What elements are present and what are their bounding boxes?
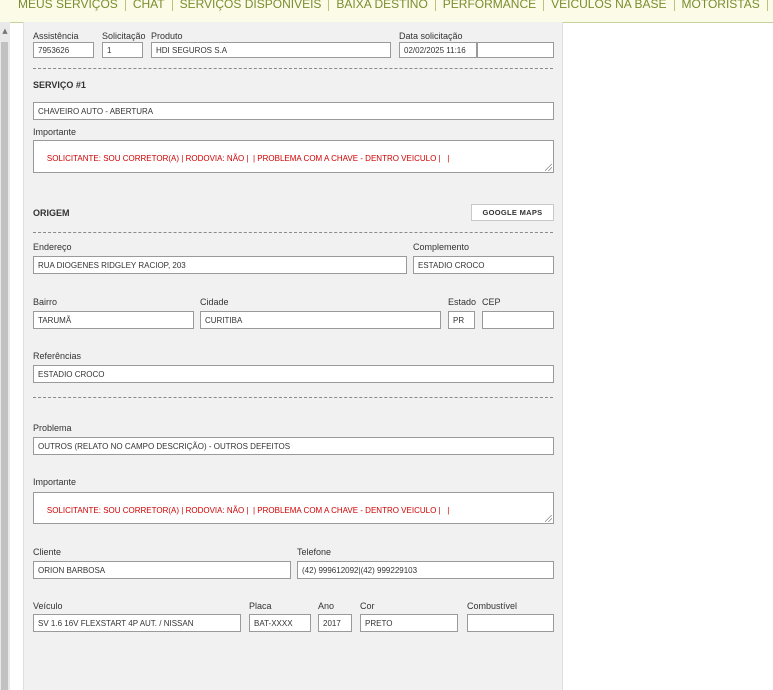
produto-label: Produto xyxy=(151,31,183,41)
top-nav: MEUS SERVIÇOS CHAT SERVIÇOS DISPONÍVEIS BAI… xyxy=(0,0,773,23)
servico-importante-label: Importante xyxy=(33,127,77,137)
veiculo-field[interactable]: SV 1.6 16V FLEXSTART 4P AUT. / NISSAN xyxy=(33,614,241,632)
divider xyxy=(33,232,553,233)
veiculo-label: Veículo xyxy=(33,601,63,611)
importante-textarea[interactable]: SOLICITANTE: SOU CORRETOR(A) | RODOVIA: … xyxy=(33,492,554,524)
estado-field[interactable]: PR xyxy=(448,311,475,329)
referencias-label: Referências xyxy=(33,351,82,361)
nav-item[interactable]: VEÍCULOS NA BASE xyxy=(544,0,673,14)
assistencia-field[interactable]: 7953626 xyxy=(33,42,94,58)
referencias-field[interactable]: ESTADIO CROCO xyxy=(33,365,554,383)
servico-importante-text: SOLICITANTE: SOU CORRETOR(A) | RODOVIA: … xyxy=(46,154,450,163)
combustivel-field[interactable] xyxy=(467,614,554,632)
complemento-field[interactable]: ESTADIO CROCO xyxy=(413,256,554,274)
endereco-label: Endereço xyxy=(33,242,72,252)
service-detail-panel: Assistência 7953626 Solicitação 1 Produt… xyxy=(23,22,563,690)
servico-name-field[interactable]: CHAVEIRO AUTO - ABERTURA xyxy=(33,102,554,120)
cidade-label: Cidade xyxy=(200,297,229,307)
resize-grip-icon[interactable] xyxy=(545,164,552,171)
ano-field[interactable]: 2017 xyxy=(318,614,352,632)
cliente-field[interactable]: ORION BARBOSA xyxy=(33,561,291,579)
telefone-label: Telefone xyxy=(297,547,332,557)
endereco-field[interactable]: RUA DIOGENES RIDGLEY RACIOP, 203 xyxy=(33,256,407,274)
complemento-label: Complemento xyxy=(413,242,470,252)
nav-item[interactable]: CHAT xyxy=(126,0,172,14)
solicitacao-label: Solicitação xyxy=(102,31,146,41)
assistencia-label: Assistência xyxy=(33,31,79,41)
nav-item[interactable]: SERVIÇOS DISPONÍVEIS xyxy=(173,0,329,14)
scroll-up-arrow-icon[interactable]: ▲ xyxy=(0,26,10,36)
data-solicitacao-field[interactable]: 02/02/2025 11:16 xyxy=(399,42,477,58)
scrollbar-thumb[interactable] xyxy=(1,42,8,690)
problema-label: Problema xyxy=(33,423,72,433)
nav-item[interactable]: MEUS SERVIÇOS xyxy=(18,0,125,14)
left-scrollbar[interactable]: ▲ xyxy=(0,22,10,690)
produto-field[interactable]: HDI SEGUROS S.A xyxy=(151,42,391,58)
cep-label: CEP xyxy=(482,297,501,307)
cliente-label: Cliente xyxy=(33,547,62,557)
estado-label: Estado xyxy=(448,297,477,307)
resize-grip-icon[interactable] xyxy=(545,515,552,522)
divider xyxy=(33,68,553,69)
bairro-label: Bairro xyxy=(33,297,58,307)
data-solicitacao-extra-field[interactable] xyxy=(477,42,554,58)
cidade-field[interactable]: CURITIBA xyxy=(200,311,441,329)
importante-text: SOLICITANTE: SOU CORRETOR(A) | RODOVIA: … xyxy=(46,506,450,515)
data-solicitacao-label: Data solicitação xyxy=(399,31,463,41)
placa-field[interactable]: BAT-XXXX xyxy=(249,614,311,632)
cep-field[interactable] xyxy=(482,311,554,329)
google-maps-button[interactable]: GOOGLE MAPS xyxy=(471,204,554,221)
placa-label: Placa xyxy=(249,601,272,611)
nav-item[interactable]: MOTORISTAS xyxy=(675,0,767,14)
servico-title: SERVIÇO #1 xyxy=(33,80,86,90)
nav-item[interactable]: GPS xyxy=(768,0,773,14)
telefone-field[interactable]: (42) 999612092|(42) 999229103 xyxy=(297,561,554,579)
cor-field[interactable]: PRETO xyxy=(360,614,458,632)
importante-label: Importante xyxy=(33,477,77,487)
divider xyxy=(33,397,553,398)
combustivel-label: Combustível xyxy=(467,601,518,611)
ano-label: Ano xyxy=(318,601,335,611)
origem-title: ORIGEM xyxy=(33,208,70,218)
problema-field[interactable]: OUTROS (RELATO NO CAMPO DESCRIÇÃO) - OUT… xyxy=(33,437,554,455)
solicitacao-field[interactable]: 1 xyxy=(102,42,143,58)
nav-item[interactable]: BAIXA DESTINO xyxy=(329,0,434,14)
servico-importante-textarea[interactable]: SOLICITANTE: SOU CORRETOR(A) | RODOVIA: … xyxy=(33,140,554,173)
nav-item[interactable]: PERFORMANCE xyxy=(436,0,543,14)
bairro-field[interactable]: TARUMÃ xyxy=(33,311,194,329)
cor-label: Cor xyxy=(360,601,375,611)
